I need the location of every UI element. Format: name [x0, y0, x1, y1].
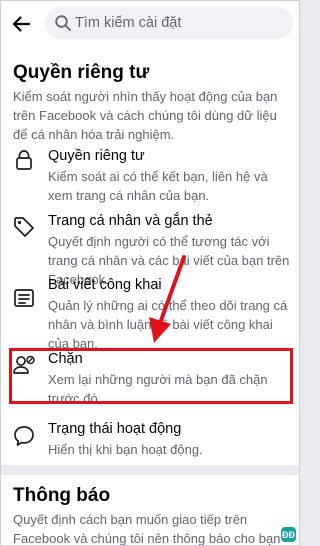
item-description: Kiểm soát ai có thể kết bạn, liên hệ và … — [48, 169, 268, 203]
search-bar[interactable] — [45, 7, 293, 39]
settings-item-profile-tagging[interactable]: Trang cá nhân và gắn thẻ Quyết định ngườ… — [1, 213, 299, 287]
item-title: Quyền riêng tư — [48, 148, 145, 164]
chat-bubble-icon — [14, 426, 34, 446]
item-title: Bài viết công khai — [48, 277, 162, 293]
item-title: Trạng thái hoạt động — [48, 421, 182, 437]
item-description: Hiển thị khi bạn hoạt động. — [48, 442, 203, 457]
settings-screen: Quyền riêng tư Kiểm soát người nhìn thấy… — [0, 0, 300, 546]
back-arrow-icon — [12, 16, 31, 32]
top-bar — [1, 1, 299, 47]
watermark-logo: ĐĐ — [281, 527, 296, 542]
section-description: Kiểm soát người nhìn thấy hoạt động của … — [13, 89, 278, 142]
settings-item-public-posts[interactable]: Bài viết công khai Quản lý những ai có t… — [1, 277, 299, 351]
public-posts-icon — [14, 289, 34, 307]
settings-item-privacy[interactable]: Quyền riêng tư Kiểm soát ai có thể kết b… — [1, 148, 299, 203]
highlight-box — [9, 348, 293, 404]
item-title: Trang cá nhân và gắn thẻ — [48, 213, 213, 229]
settings-item-active-status[interactable]: Trạng thái hoạt động Hiển thị khi bạn ho… — [1, 421, 299, 461]
section-title: Thông báo — [13, 485, 111, 506]
tag-icon — [14, 217, 34, 237]
search-input[interactable] — [75, 7, 280, 39]
section-description: Quyết định cách bạn muốn giao tiếp trên … — [13, 512, 281, 546]
item-description: Quản lý những ai có thể theo dõi trang c… — [48, 298, 288, 351]
search-icon — [55, 15, 71, 31]
section-title: Quyền riêng tư — [13, 62, 150, 83]
section-divider — [1, 465, 299, 475]
back-button[interactable] — [7, 10, 35, 38]
notifications-section: Thông báo Quyết định cách bạn muốn giao … — [1, 475, 299, 546]
lock-icon — [16, 150, 32, 170]
